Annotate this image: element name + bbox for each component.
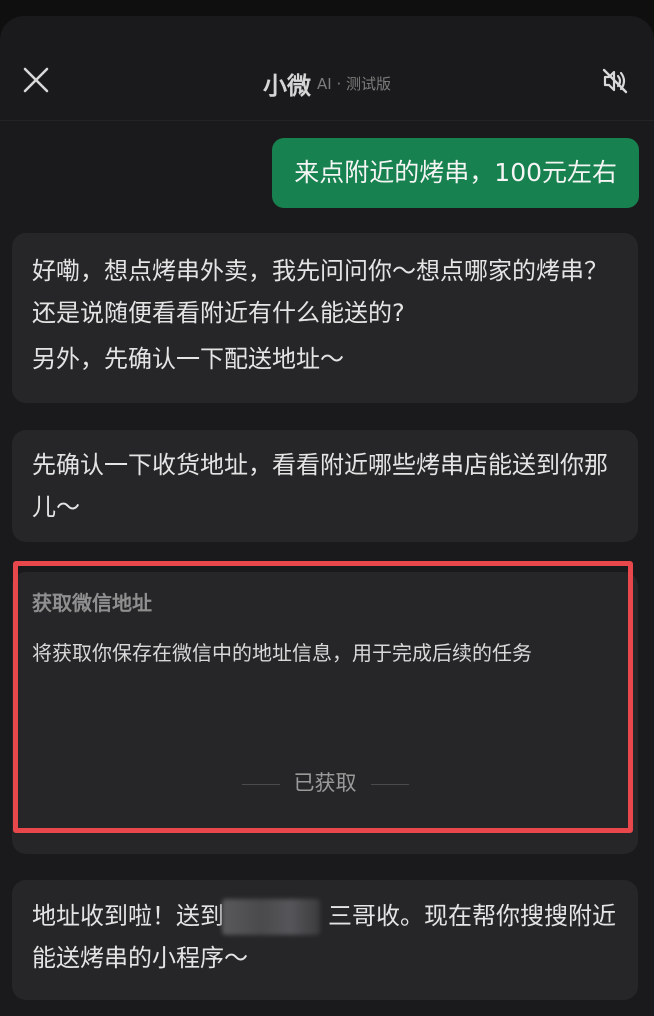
wechat-address-card: 获取微信地址 将获取你保存在微信中的地址信息，用于完成后续的任务 已获取 bbox=[12, 572, 638, 854]
header-title-group: 小微 AI · 测试版 bbox=[0, 66, 654, 101]
assistant-message-text: 地址收到啦！送到 三哥收。现在帮你搜搜附近能送烤串的小程序～ bbox=[32, 895, 618, 979]
assistant-message-bubble: 好嘞，想点烤串外卖，我先问问你～想点哪家的烤串？还是说随便看看附近有什么能送的?… bbox=[12, 233, 638, 403]
redacted-address bbox=[222, 899, 320, 935]
message-segment: 地址收到啦！送到 bbox=[32, 902, 224, 930]
address-card-status: 已获取 bbox=[12, 768, 638, 798]
mute-button[interactable] bbox=[598, 64, 632, 98]
assistant-message-text: 另外，先确认一下配送地址～ bbox=[32, 345, 344, 373]
assistant-message-bubble: 地址收到啦！送到 三哥收。现在帮你搜搜附近能送烤串的小程序～ bbox=[12, 880, 638, 1000]
divider bbox=[370, 783, 409, 785]
divider bbox=[241, 783, 280, 785]
address-card-title: 获取微信地址 bbox=[32, 591, 152, 615]
assistant-message-text: 好嘞，想点烤串外卖，我先问问你～想点哪家的烤串？还是说随便看看附近有什么能送的? bbox=[32, 257, 608, 327]
user-message-bubble: 来点附近的烤串，100元左右 bbox=[272, 138, 639, 208]
address-card-description: 将获取你保存在微信中的地址信息，用于完成后续的任务 bbox=[32, 641, 532, 665]
address-status-label: 已获取 bbox=[293, 771, 357, 795]
assistant-badge: AI · 测试版 bbox=[317, 75, 391, 93]
chat-header: 小微 AI · 测试版 bbox=[0, 16, 654, 121]
mute-icon bbox=[602, 68, 628, 94]
assistant-message-text: 先确认一下收货地址，看看附近哪些烤串店能送到你那儿～ bbox=[32, 451, 608, 521]
assistant-name: 小微 bbox=[263, 72, 311, 100]
assistant-message-bubble: 先确认一下收货地址，看看附近哪些烤串店能送到你那儿～ bbox=[12, 430, 638, 542]
